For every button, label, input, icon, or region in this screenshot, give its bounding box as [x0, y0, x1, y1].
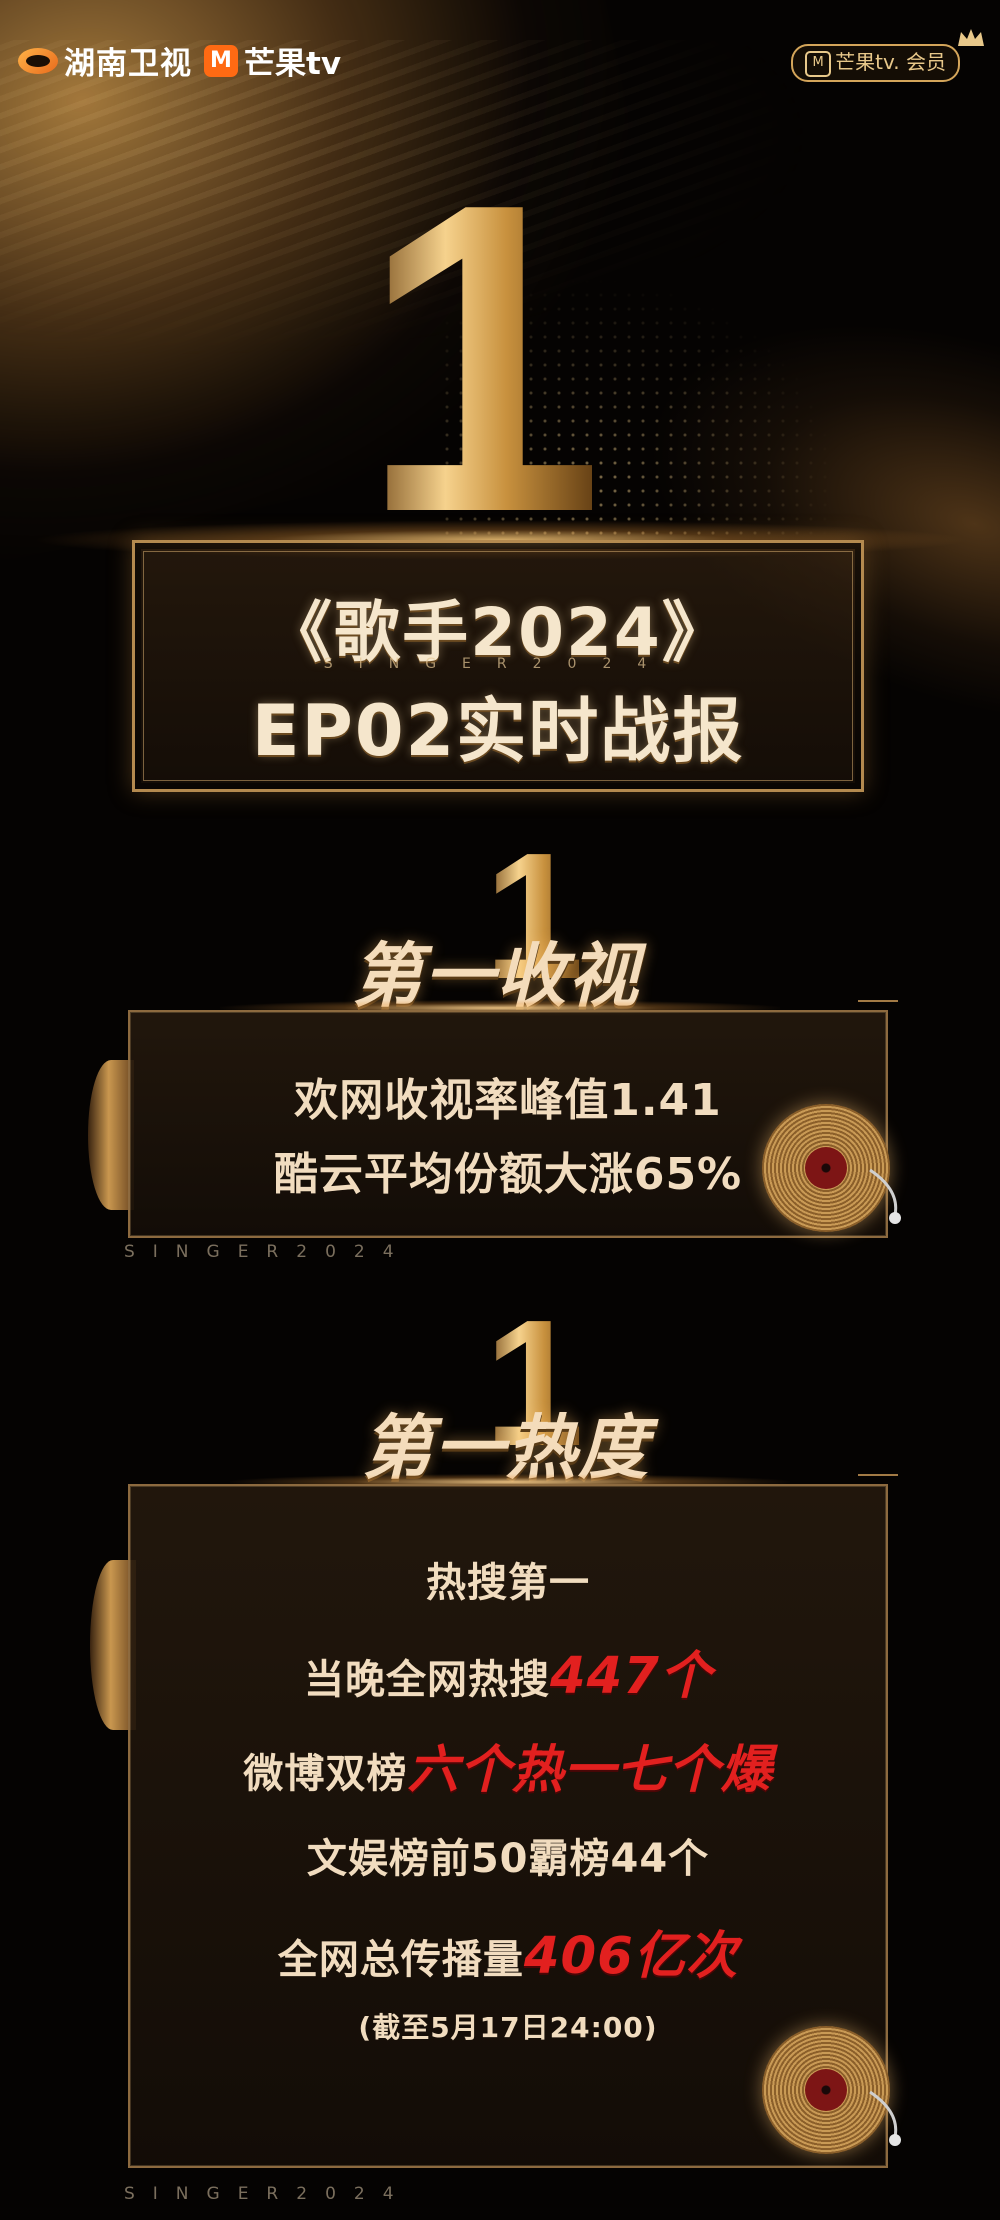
weibo-rank-label: 微博双榜 — [243, 1751, 408, 1797]
section2-line-5: 全网总传播量406亿次 — [130, 1914, 886, 1988]
total-reach-label: 全网总传播量 — [277, 1937, 524, 1983]
section2-singer-tag: SINGER2024 — [124, 2184, 412, 2204]
episode-report-title: EP02实时战报 — [251, 690, 745, 772]
total-reach-value: 406亿次 — [523, 1926, 739, 1986]
hot-search-label: 当晚全网热搜 — [303, 1657, 550, 1703]
weibo-rank-value: 六个热一七个爆 — [407, 1740, 773, 1800]
vip-membership-badge: M 芒果tv. 会员 — [791, 44, 960, 82]
hot-search-count: 447个 — [549, 1646, 713, 1706]
mango-tv-logo-icon: M — [204, 44, 238, 77]
tonearm-icon — [869, 1168, 901, 1224]
hunan-tv-logo-text: 湖南卫视 — [64, 46, 192, 82]
mango-tv-small-icon: M — [805, 50, 832, 77]
header: 湖南卫视 M 芒果tv M 芒果tv. 会员 — [0, 0, 1000, 100]
big-rank-number: 1 — [372, 150, 592, 560]
tonearm-icon-2 — [869, 2090, 901, 2146]
mango-tv-logo-text: 芒果tv — [244, 46, 342, 82]
section2-line-1: 热搜第一 — [426, 1560, 590, 1606]
section2-line-3: 微博双榜六个热一七个爆 — [130, 1728, 886, 1802]
big-gold-number-one: 1 — [372, 150, 592, 560]
broadcaster-logos: 湖南卫视 M 芒果tv — [18, 38, 341, 83]
vip-badge-label: 芒果tv. 会员 — [835, 50, 946, 74]
crown-icon — [958, 29, 984, 46]
title-panel: 《歌手2024》 SINGER2024 EP02实时战报 — [132, 540, 864, 792]
section2-line-2: 当晚全网热搜447个 — [130, 1634, 886, 1708]
data-cutoff-note: (截至5月17日24:00) — [358, 2011, 658, 2044]
section2-line-4: 文娱榜前50霸榜44个 — [306, 1836, 710, 1882]
section1-line-1: 欢网收视率峰值1.41 — [294, 1075, 722, 1126]
show-subtitle: SINGER2024 — [323, 656, 673, 672]
section1-singer-tag: SINGER2024 — [124, 1242, 412, 1262]
hunan-tv-logo-icon — [18, 47, 58, 74]
